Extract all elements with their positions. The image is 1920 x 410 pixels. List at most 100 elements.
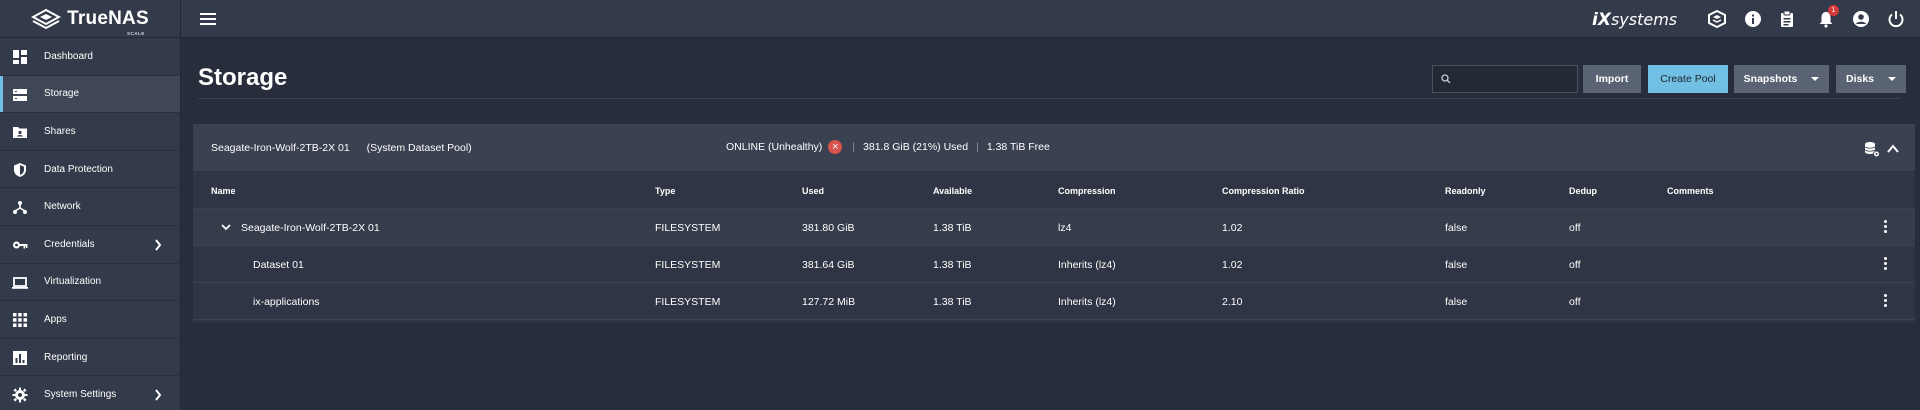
cell-name: ix-applications [253, 296, 320, 308]
table-row[interactable]: Dataset 01 FILESYSTEM 381.64 GiB 1.38 Ti… [193, 246, 1915, 283]
sidebar-item-system-settings[interactable]: System Settings [0, 376, 180, 410]
snapshots-label: Snapshots [1743, 73, 1798, 85]
error-icon[interactable]: × [828, 140, 843, 154]
sidebar-item-shares[interactable]: Shares [0, 113, 180, 151]
sidebar-item-label: Dashboard [44, 50, 93, 62]
logo-text: TrueNAS SCALE [67, 8, 149, 36]
logo[interactable]: TrueNAS SCALE [0, 0, 181, 38]
sidebar-item-storage[interactable]: Storage [0, 75, 180, 114]
laptop-icon [12, 276, 28, 289]
power-icon[interactable] [1887, 10, 1905, 28]
chevron-right-icon [155, 389, 162, 401]
search-icon [1441, 74, 1451, 84]
key-icon [13, 241, 28, 249]
pool-used: 381.8 GiB (21%) Used [863, 141, 969, 153]
disks-label: Disks [1845, 73, 1875, 85]
cell-readonly: false [1445, 296, 1468, 308]
menu-toggle-icon[interactable] [200, 13, 216, 25]
search-input[interactable] [1455, 73, 1575, 85]
chevron-up-icon[interactable] [1887, 144, 1899, 154]
sidebar-item-reporting[interactable]: Reporting [0, 339, 180, 377]
column-header-name[interactable]: Name [211, 186, 236, 196]
pool-health: ONLINE (Unhealthy) [726, 141, 823, 153]
sidebar: Dashboard Storage Shares Data Protection… [0, 38, 181, 410]
sidebar-item-label: Network [44, 201, 81, 213]
account-icon[interactable] [1852, 10, 1870, 28]
sidebar-item-label: Reporting [44, 351, 88, 363]
column-header-available[interactable]: Available [933, 186, 972, 196]
pool-name: Seagate-Iron-Wolf-2TB-2X 01 [211, 142, 350, 154]
dashboard-icon [13, 50, 27, 64]
sidebar-item-label: System Settings [44, 389, 117, 401]
table-row[interactable]: ix-applications FILESYSTEM 127.72 MiB 1.… [193, 283, 1915, 320]
sidebar-item-data-protection[interactable]: Data Protection [0, 151, 180, 189]
row-menu-icon[interactable] [1884, 257, 1888, 273]
column-header-readonly[interactable]: Readonly [1445, 186, 1486, 196]
column-header-used[interactable]: Used [802, 186, 824, 196]
sidebar-item-label: Storage [44, 88, 80, 100]
column-header-type[interactable]: Type [655, 186, 675, 196]
cell-type: FILESYSTEM [655, 259, 721, 271]
sidebar-item-label: Credentials [44, 238, 95, 250]
table-row[interactable]: Seagate-Iron-Wolf-2TB-2X 01 FILESYSTEM 3… [193, 209, 1915, 246]
cell-name: Seagate-Iron-Wolf-2TB-2X 01 [241, 222, 380, 234]
logo-title: TrueNAS [67, 8, 149, 29]
separator: | [976, 141, 979, 153]
cell-compression-ratio: 2.10 [1222, 296, 1243, 308]
notification-count: 1 [1828, 5, 1839, 16]
column-header-dedup[interactable]: Dedup [1569, 186, 1597, 196]
page-title: Storage [198, 64, 288, 91]
caret-down-icon [1811, 77, 1820, 81]
column-header-compression[interactable]: Compression [1058, 186, 1116, 196]
search-box[interactable] [1432, 65, 1578, 93]
cell-name: Dataset 01 [253, 259, 304, 271]
cell-dedup: off [1569, 222, 1581, 234]
cell-available: 1.38 TiB [933, 259, 972, 271]
chart-icon [13, 350, 27, 365]
sidebar-item-label: Shares [44, 125, 76, 137]
column-header-compression-ratio[interactable]: Compression Ratio [1222, 186, 1305, 196]
cell-available: 1.38 TiB [933, 296, 972, 308]
sidebar-item-virtualization[interactable]: Virtualization [0, 264, 180, 302]
sidebar-item-dashboard[interactable]: Dashboard [0, 38, 180, 76]
system-dataset-label: (System Dataset Pool) [366, 142, 472, 154]
column-header-comments[interactable]: Comments [1667, 186, 1714, 196]
cell-used: 127.72 MiB [802, 296, 856, 308]
row-menu-icon[interactable] [1884, 294, 1888, 310]
row-menu-icon[interactable] [1884, 220, 1888, 236]
brand-prefix: iX [1592, 10, 1611, 30]
cell-available: 1.38 TiB [933, 222, 972, 234]
snapshots-dropdown[interactable]: Snapshots [1734, 65, 1829, 93]
brand-suffix: systems [1610, 10, 1678, 29]
shield-icon [14, 162, 26, 177]
sidebar-item-network[interactable]: Network [0, 188, 180, 226]
disks-dropdown[interactable]: Disks [1836, 65, 1906, 93]
cell-compression: Inherits (lz4) [1058, 296, 1116, 308]
pool-title: Seagate-Iron-Wolf-2TB-2X 01 (System Data… [211, 142, 472, 154]
pool-settings-icon[interactable] [1863, 140, 1881, 158]
sidebar-item-credentials[interactable]: Credentials [0, 226, 180, 264]
clipboard-icon[interactable] [1778, 10, 1796, 28]
chevron-right-icon [155, 239, 162, 251]
sidebar-item-label: Data Protection [44, 163, 113, 175]
pool-header: Seagate-Iron-Wolf-2TB-2X 01 (System Data… [193, 124, 1915, 172]
sidebar-item-apps[interactable]: Apps [0, 301, 180, 339]
cell-dedup: off [1569, 296, 1581, 308]
notifications-button[interactable]: 1 [1817, 5, 1839, 28]
cell-compression: Inherits (lz4) [1058, 259, 1116, 271]
truecommand-icon[interactable] [1708, 10, 1726, 28]
cell-type: FILESYSTEM [655, 222, 721, 234]
shares-icon [13, 127, 27, 139]
logo-subtitle: SCALE [127, 31, 145, 36]
cell-type: FILESYSTEM [655, 296, 721, 308]
separator: | [852, 141, 856, 153]
storage-icon [13, 88, 27, 101]
top-bar: TrueNAS SCALE iXsystems 1 [0, 0, 1920, 38]
info-icon[interactable] [1744, 10, 1762, 28]
create-pool-button[interactable]: Create Pool [1648, 65, 1728, 93]
ixsystems-brand[interactable]: iXsystems [1592, 10, 1677, 30]
cell-used: 381.80 GiB [802, 222, 855, 234]
import-button[interactable]: Import [1583, 65, 1641, 93]
chevron-down-icon[interactable] [221, 223, 231, 231]
cell-used: 381.64 GiB [802, 259, 855, 271]
